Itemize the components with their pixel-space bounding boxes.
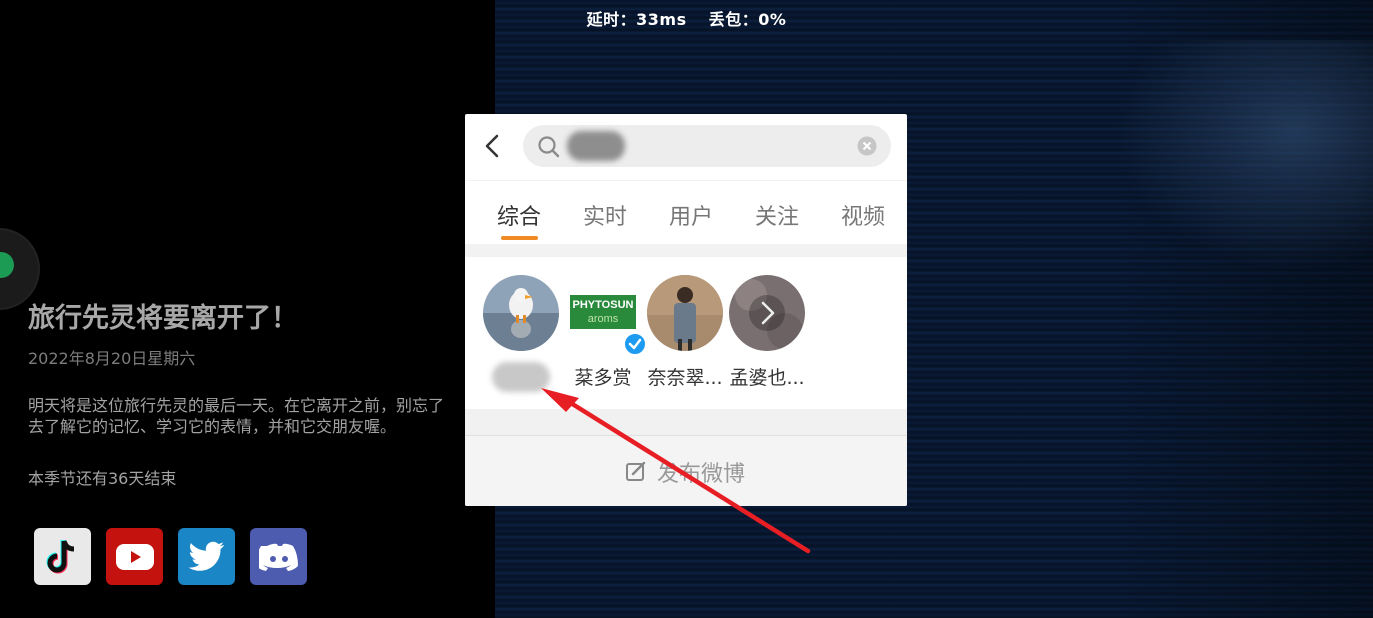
search-tabs: 综合 实时 用户 关注 视频 [465,180,907,245]
season-remaining: 本季节还有36天结束 [28,469,177,488]
event-info: 旅行先灵将要离开了！ 2022年8月20日星期六 明天将是这位旅行先灵的最后一天… [28,296,458,489]
redacted-username [492,362,550,392]
username: 孟婆也... [729,367,805,389]
post-weibo-label: 发布微博 [657,462,746,487]
youtube-icon[interactable] [106,528,163,585]
divider [465,244,907,257]
username: 奈奈翠... [647,367,723,389]
aroms-logo-text: aroms [588,313,619,325]
tab-zonghe[interactable]: 综合 [497,199,541,231]
divider [465,409,907,436]
post-weibo-button[interactable]: 发布微博 [465,436,907,506]
search-icon [538,136,560,158]
event-title: 旅行先灵将要离开了！ [28,303,298,334]
tab-shipin[interactable]: 视频 [841,199,885,231]
event-description: 明天将是这位旅行先灵的最后一天。在它离开之前，别忘了去了解它的记忆、学习它的表情… [28,396,445,436]
search-header [465,114,907,180]
discord-icon[interactable] [250,528,307,585]
redacted-query [567,131,625,161]
verified-badge-icon [623,332,647,356]
tab-guanzhu[interactable]: 关注 [755,199,799,231]
packet-loss-text: 丢包：0% [708,10,787,29]
username: 棻多赏 [574,367,632,389]
user-item[interactable] [481,275,561,392]
event-date: 2022年8月20日星期六 [28,349,196,368]
latency-text: 延时：33ms [586,10,687,29]
clear-icon[interactable] [857,136,877,156]
network-status: 延时：33ms 丢包：0% [0,6,1373,30]
tab-shishi[interactable]: 实时 [583,199,627,231]
avatar [647,275,723,351]
back-arrow-icon[interactable] [481,132,505,160]
phytosun-logo-text: PHYTOSUN [573,299,634,311]
avatar [729,275,805,351]
twitter-icon[interactable] [178,528,235,585]
social-links [34,528,307,585]
edit-icon [626,461,646,481]
search-input[interactable] [523,125,891,167]
user-item[interactable]: 奈奈翠... [645,275,725,390]
weibo-search-panel: 综合 实时 用户 关注 视频 PHYTOSUN aroms 棻多赏 奈奈翠...… [465,114,907,506]
user-item[interactable]: 孟婆也... [727,275,807,390]
active-tab-indicator [501,236,538,240]
user-results: PHYTOSUN aroms 棻多赏 奈奈翠... 孟婆也... [465,257,907,409]
tab-yonghu[interactable]: 用户 [669,199,713,231]
tiktok-icon[interactable] [34,528,91,585]
avatar [483,275,559,351]
